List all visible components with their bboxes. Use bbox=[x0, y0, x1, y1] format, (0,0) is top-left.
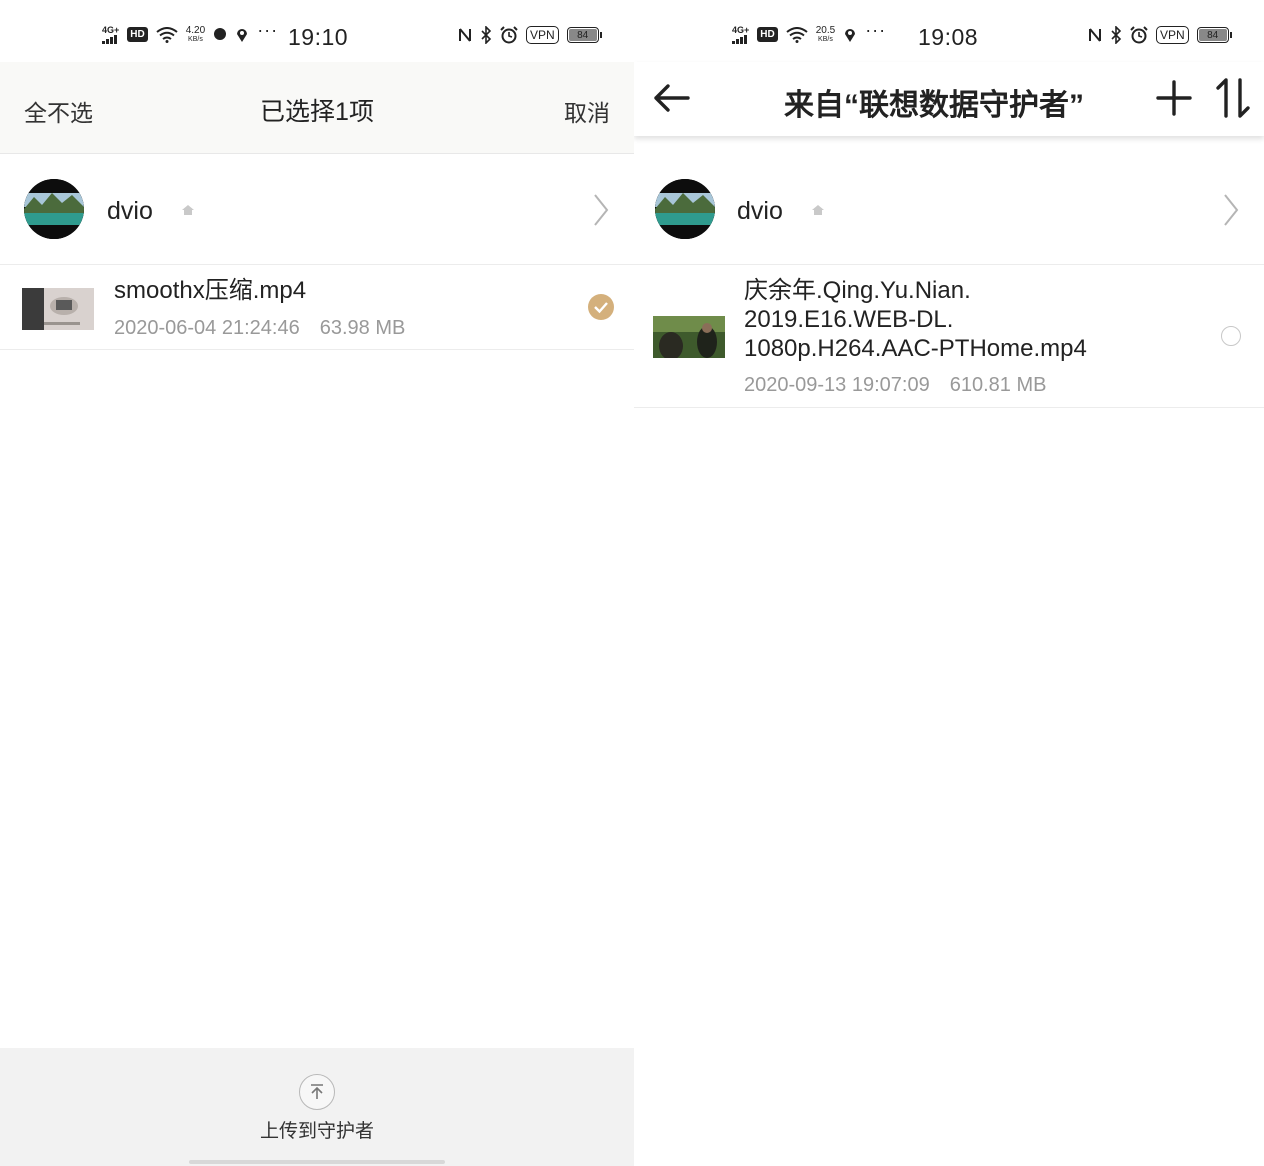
device-row[interactable]: dvio bbox=[634, 155, 1264, 265]
file-date: 2020-06-04 21:24:46 bbox=[114, 317, 300, 339]
battery-icon: 84 bbox=[1196, 27, 1232, 43]
avatar bbox=[24, 179, 84, 239]
alarm-icon bbox=[1130, 26, 1148, 44]
bluetooth-icon bbox=[481, 26, 492, 44]
file-date: 2020-09-13 19:07:09 bbox=[744, 374, 930, 396]
signal-icon: 4G+ bbox=[102, 24, 120, 44]
check-icon[interactable] bbox=[588, 294, 614, 320]
vpn-badge: VPN bbox=[526, 26, 559, 44]
device-type-icon bbox=[812, 205, 824, 215]
plus-icon[interactable] bbox=[1154, 78, 1194, 118]
battery-icon: 84 bbox=[566, 27, 602, 43]
more-notifications-icon: ··· bbox=[865, 20, 887, 40]
wifi-icon bbox=[786, 26, 808, 43]
du-app-icon bbox=[214, 27, 227, 40]
network-type: 4G+ bbox=[102, 24, 120, 35]
nfc-icon bbox=[1089, 28, 1101, 42]
hd-badge: HD bbox=[127, 27, 148, 42]
network-type: 4G+ bbox=[732, 24, 750, 35]
file-size: 63.98 MB bbox=[319, 317, 406, 339]
chevron-right-icon bbox=[1224, 194, 1239, 226]
net-speed-unit: KB/s bbox=[188, 35, 203, 43]
device-name: dvio bbox=[737, 197, 783, 225]
more-notifications-icon: ··· bbox=[257, 20, 279, 40]
alarm-icon bbox=[500, 26, 518, 44]
location-icon bbox=[237, 28, 248, 42]
wifi-icon bbox=[156, 26, 178, 43]
status-right-group: VPN 84 bbox=[458, 26, 602, 44]
battery-level: 84 bbox=[568, 29, 597, 41]
status-bar: 4G+ HD 4.20 KB/s ··· 19:10 VPN 84 bbox=[0, 0, 634, 62]
file-row[interactable]: smoothx压缩.mp4 2020-06-04 21:24:46 63.98 M… bbox=[0, 266, 634, 350]
select-radio-button[interactable] bbox=[1221, 326, 1241, 346]
status-time: 19:08 bbox=[918, 24, 979, 50]
nfc-icon bbox=[459, 28, 471, 42]
status-left-group: 4G+ HD 20.5 KB/s ··· bbox=[732, 20, 886, 45]
status-right-group: VPN 84 bbox=[1088, 26, 1232, 44]
right-screen: 4G+ HD 20.5 KB/s ··· 19:08 VPN 84 来自“联想数… bbox=[634, 0, 1264, 1166]
device-row[interactable]: dvio bbox=[0, 155, 634, 265]
page-title: 来自“联想数据守护者” bbox=[784, 89, 1084, 122]
status-bar: 4G+ HD 20.5 KB/s ··· 19:08 VPN 84 bbox=[634, 0, 1264, 62]
device-type-icon bbox=[182, 205, 194, 215]
device-name: dvio bbox=[107, 197, 153, 225]
avatar bbox=[655, 179, 715, 239]
left-screen: 4G+ HD 4.20 KB/s ··· 19:10 VPN 84 全不选 已选… bbox=[0, 0, 634, 1166]
upload-button[interactable]: 上传到守护者 bbox=[0, 1074, 634, 1143]
upload-icon bbox=[299, 1074, 335, 1110]
vpn-badge: VPN bbox=[1156, 26, 1189, 44]
sort-icon[interactable] bbox=[1214, 76, 1252, 120]
file-name: smoothx压缩.mp4 bbox=[114, 277, 307, 304]
bluetooth-icon bbox=[1111, 26, 1122, 44]
status-left-group: 4G+ HD 4.20 KB/s ··· bbox=[102, 20, 278, 45]
net-speed: 4.20 KB/s bbox=[185, 24, 206, 44]
file-name: 庆余年.Qing.Yu.Nian. 2019.E16.WEB-DL. 1080p… bbox=[744, 276, 1087, 363]
signal-icon: 4G+ bbox=[732, 24, 750, 44]
file-name-line: 庆余年.Qing.Yu.Nian. bbox=[744, 277, 971, 304]
net-speed-value: 4.20 bbox=[185, 24, 206, 36]
file-meta: 2020-09-13 19:07:09 610.81 MB bbox=[744, 374, 1046, 397]
net-speed: 20.5 KB/s bbox=[815, 24, 836, 44]
battery-level: 84 bbox=[1198, 29, 1227, 41]
file-name-line: 2019.E16.WEB-DL. bbox=[744, 306, 954, 333]
cancel-button[interactable]: 取消 bbox=[564, 94, 610, 128]
back-arrow-icon[interactable] bbox=[652, 78, 692, 118]
bottom-action-bar: 上传到守护者 bbox=[0, 1048, 634, 1166]
net-speed-value: 20.5 bbox=[815, 24, 836, 36]
page-title: 已选择1项 bbox=[260, 98, 374, 126]
selection-header: 全不选 已选择1项 取消 bbox=[0, 62, 634, 154]
file-size: 610.81 MB bbox=[949, 374, 1047, 396]
location-icon bbox=[845, 28, 856, 42]
chevron-right-icon bbox=[594, 194, 609, 226]
nav-header: 来自“联想数据守护者” bbox=[634, 62, 1264, 136]
file-row[interactable]: 庆余年.Qing.Yu.Nian. 2019.E16.WEB-DL. 1080p… bbox=[634, 266, 1264, 408]
home-indicator[interactable] bbox=[189, 1160, 445, 1164]
net-speed-unit: KB/s bbox=[818, 35, 833, 43]
file-name-line: 1080p.H264.AAC-PTHome.mp4 bbox=[744, 335, 1087, 362]
upload-label: 上传到守护者 bbox=[259, 1121, 374, 1142]
video-thumbnail bbox=[653, 316, 725, 358]
hd-badge: HD bbox=[757, 27, 778, 42]
video-thumbnail bbox=[22, 288, 94, 330]
status-time: 19:10 bbox=[288, 24, 349, 50]
file-meta: 2020-06-04 21:24:46 63.98 MB bbox=[114, 317, 405, 340]
